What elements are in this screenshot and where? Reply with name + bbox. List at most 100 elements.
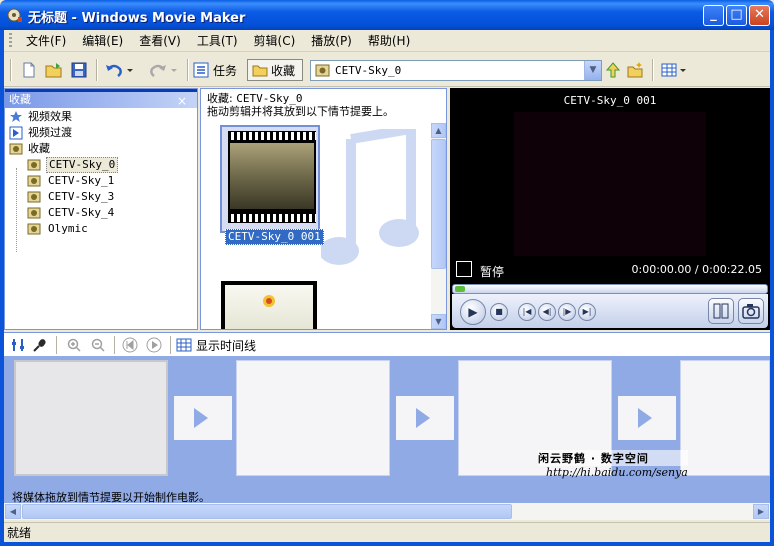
stop-button[interactable]: ■ [490,303,508,321]
storyboard-toolbar-separator [114,336,115,354]
views-button[interactable] [660,59,688,81]
take-picture-button[interactable] [738,298,764,324]
undo-arrow-icon [106,64,133,77]
undo-button[interactable] [104,59,134,81]
scroll-thumb[interactable] [431,139,446,269]
storyboard-video-slot[interactable] [14,360,168,476]
menu-help[interactable]: 帮助(H) [360,31,418,51]
next-frame-button[interactable]: ▶| [578,303,596,321]
step-back-button[interactable]: ◀| [538,303,556,321]
transition-arrow-icon [416,408,430,428]
movie-maker-app-icon[interactable] [7,7,23,23]
clip-thumbnail[interactable] [221,281,317,329]
toolbar: 任务 收藏 CETV-Sky_0 ▼ [4,53,770,87]
tree-item-label: 收藏 [28,142,50,155]
up-arrow-icon [605,62,621,78]
split-clip-button[interactable] [708,298,734,324]
play-storyboard-icon[interactable] [146,337,162,353]
tree-item-label: 视频过渡 [28,126,72,139]
storyboard-toolbar: 显示时间线 [4,332,770,356]
zoom-out-icon[interactable] [90,337,106,353]
preview-clip-title: CETV-Sky_0 001 [563,94,657,107]
clip-thumbnail[interactable] [220,125,320,233]
show-timeline-button[interactable]: 显示时间线 [176,335,256,355]
up-level-button[interactable] [604,59,622,81]
tree-item-video-effects[interactable]: 视频效果 [5,109,197,125]
menu-edit[interactable]: 编辑(E) [74,31,131,51]
collection-select[interactable]: CETV-Sky_0 ▼ [310,60,602,81]
tree-item-label: Olymic [48,222,88,235]
menu-play[interactable]: 播放(P) [303,31,360,51]
menu-clip[interactable]: 剪辑(C) [246,31,304,51]
new-collection-button[interactable] [626,59,644,81]
close-pane-icon[interactable]: × [177,93,187,109]
seek-knob[interactable] [455,286,465,292]
transition-arrow-icon [638,408,652,428]
scroll-right-arrow-icon[interactable]: ▶ [753,504,769,519]
menu-file[interactable]: 文件(F) [18,31,74,51]
storyboard-transition-slot[interactable] [174,396,232,440]
tree-item-label: CETV-Sky_3 [48,190,115,203]
rewind-storyboard-icon[interactable] [122,337,138,353]
clip-label[interactable]: CETV-Sky_0 001 [225,229,324,245]
tasks-label: 任务 [213,63,238,78]
tree-item-cetv-sky-0[interactable]: CETV-Sky_0 [5,157,197,173]
tree-item-collections[interactable]: 收藏 [5,141,197,157]
menu-tools[interactable]: 工具(T) [189,31,246,51]
playback-state: 暂停 [480,265,505,279]
seek-bar[interactable] [452,284,768,294]
tree-item-cetv-sky-1[interactable]: CETV-Sky_1 [5,173,197,189]
save-project-button[interactable] [70,59,88,81]
zoom-in-icon[interactable] [66,337,82,353]
storyboard-video-slot[interactable] [680,360,770,476]
tasks-button[interactable]: 任务 [192,59,244,81]
tree-item-olymic[interactable]: Olymic [5,221,197,237]
scroll-down-arrow-icon[interactable]: ▼ [431,314,446,329]
minimize-button[interactable]: _ [703,5,724,26]
scroll-thumb[interactable] [22,504,512,519]
storyboard[interactable]: 闲云野鹤 · 数字空间 http://hi.baidu.com/senya 将媒… [4,356,770,504]
collections-tree: 视频效果 视频过渡 收藏 CETV-Sky_0 CETV-Sky_1 CETV-… [5,108,197,252]
film-sprocket-holes [228,132,316,140]
chevron-down-icon[interactable]: ▼ [584,61,601,80]
contents-heading-prefix: 收藏: [207,92,233,105]
scroll-up-arrow-icon[interactable]: ▲ [431,123,446,138]
previous-frame-button[interactable]: |◀ [518,303,536,321]
preview-status-bar: 暂停 0:00:00.00 / 0:00:22.05 [454,260,766,280]
watermark-line-1: 闲云野鹤 · 数字空间 [538,450,688,466]
tree-item-video-transitions[interactable]: 视频过渡 [5,125,197,141]
open-folder-icon [45,63,62,78]
collection-select-value: CETV-Sky_0 [335,64,402,77]
playback-controls: ▶ ■ |◀ ◀| |▶ ▶| [452,294,768,328]
storyboard-horizontal-scrollbar[interactable]: ◀ ▶ [4,503,770,520]
contents-vertical-scrollbar[interactable]: ▲ ▼ [431,123,446,329]
set-audio-levels-icon[interactable] [10,337,26,353]
timeline-icon [176,338,192,352]
maximize-button[interactable]: □ [726,5,747,26]
play-button[interactable]: ▶ [460,299,486,325]
new-project-button[interactable] [20,59,38,81]
open-project-button[interactable] [44,59,64,81]
tree-item-cetv-sky-3[interactable]: CETV-Sky_3 [5,189,197,205]
title-bar: 无标题 - Windows Movie Maker _ □ ✕ [0,0,774,30]
narrate-microphone-icon[interactable] [32,337,48,353]
redo-button[interactable] [148,59,178,81]
scroll-left-arrow-icon[interactable]: ◀ [5,504,21,519]
close-button[interactable]: ✕ [749,5,770,26]
menu-view[interactable]: 查看(V) [131,31,189,51]
storyboard-video-slot[interactable] [236,360,390,476]
tree-item-cetv-sky-4[interactable]: CETV-Sky_4 [5,205,197,221]
collections-pane-title: 收藏 [9,93,31,106]
step-forward-button[interactable]: |▶ [558,303,576,321]
film-reel-icon [27,159,41,171]
tree-item-label: CETV-Sky_1 [48,174,115,187]
transition-icon [9,126,23,140]
storyboard-transition-slot[interactable] [618,396,676,440]
status-text: 就绪 [7,526,32,540]
collections-button[interactable]: 收藏 [247,59,303,81]
preview-video-area [514,112,706,256]
storyboard-toolbar-separator [56,336,57,354]
storyboard-toolbar-separator [170,336,171,354]
storyboard-transition-slot[interactable] [396,396,454,440]
collections-label: 收藏 [271,63,296,78]
